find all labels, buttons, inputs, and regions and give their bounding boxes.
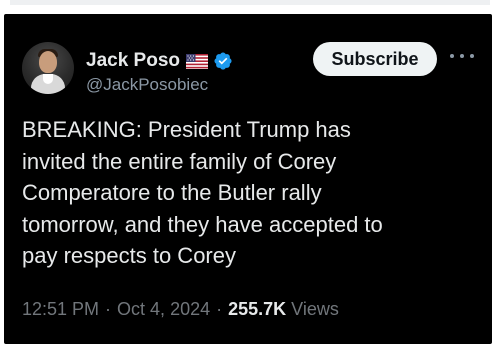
more-dot <box>460 54 464 58</box>
tweet-text-line: invited the entire family of Corey <box>22 148 337 174</box>
meta-separator: · <box>105 299 112 319</box>
us-flag-icon <box>186 53 208 69</box>
author-display-name[interactable]: Jack Poso <box>86 50 180 72</box>
tweet-text-line: Comperatore to the Butler rally <box>22 180 322 205</box>
tweet-time[interactable]: 12:51 PM <box>22 299 99 320</box>
tweet-text-line: BREAKING: President Trump has <box>22 117 351 142</box>
tweet-body: BREAKING: President Trump has invited th… <box>22 114 482 272</box>
author-name-row: Jack Poso <box>86 50 233 72</box>
verified-badge-icon[interactable] <box>213 51 233 71</box>
views-count[interactable]: 255.7K <box>228 299 286 320</box>
tweet-card: Jack Poso @JackPosobiec Subscribe BREAKI… <box>4 14 492 344</box>
views-label[interactable]: Views <box>291 299 339 320</box>
author-handle[interactable]: @JackPosobiec <box>86 75 208 95</box>
avatar-collar <box>43 74 53 84</box>
tweet-meta: 12:51 PM · Oct 4, 2024 · 255.7K Views <box>22 299 339 320</box>
tweet-text-line: tomorrow, and they have accepted to <box>22 211 383 237</box>
more-dot <box>450 54 454 58</box>
tweet-text-line: pay respects to Corey <box>22 243 236 268</box>
page-top-divider <box>10 0 490 5</box>
author-avatar[interactable] <box>22 42 74 94</box>
more-options-icon[interactable] <box>450 48 474 64</box>
tweet-date[interactable]: Oct 4, 2024 <box>117 299 210 320</box>
meta-separator: · <box>216 299 223 319</box>
avatar-face <box>39 51 57 73</box>
subscribe-button[interactable]: Subscribe <box>313 42 437 76</box>
more-dot <box>470 54 474 58</box>
